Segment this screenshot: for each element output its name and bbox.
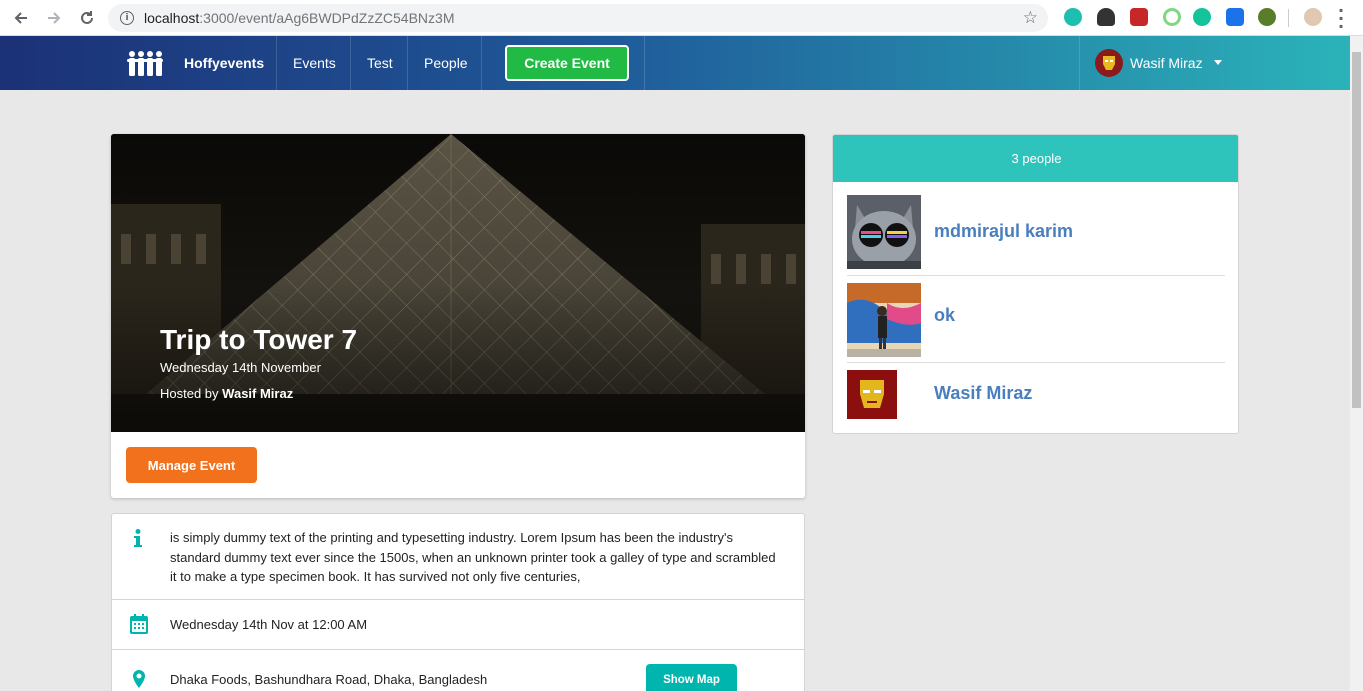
show-map-button[interactable]: Show Map (646, 664, 737, 691)
user-menu-name[interactable]: Wasif Miraz (1130, 36, 1203, 90)
event-details-card: is simply dummy text of the printing and… (111, 513, 805, 691)
event-datetime: Wednesday 14th Nov at 12:00 AM (170, 617, 368, 632)
description-row: is simply dummy text of the printing and… (112, 514, 804, 600)
grammarly-icon[interactable] (1193, 8, 1211, 26)
extension-circle-icon[interactable] (1163, 8, 1181, 26)
nav-divider (481, 36, 482, 90)
address-bar[interactable]: i localhost:3000/event/aAg6BWDPdZzZC54BN… (108, 4, 1048, 32)
attendee-avatar[interactable] (847, 283, 921, 357)
brand-link[interactable]: Hoffyevents (184, 36, 264, 90)
attendees-card: 3 people mdmirajul karim ok Wasif Miraz (832, 134, 1239, 434)
forward-icon[interactable] (42, 6, 66, 30)
map-marker-icon (133, 670, 145, 691)
extension-screen-icon[interactable] (1226, 8, 1244, 26)
host-name[interactable]: Wasif Miraz (222, 386, 293, 401)
attendee-name[interactable]: ok (934, 305, 955, 326)
nav-divider (644, 36, 645, 90)
chevron-down-icon[interactable] (1214, 60, 1222, 65)
event-venue: Dhaka Foods, Bashundhara Road, Dhaka, Ba… (170, 672, 488, 687)
manage-event-button[interactable]: Manage Event (126, 447, 257, 483)
toolbar-divider (1288, 9, 1289, 27)
attendee-name[interactable]: Wasif Miraz (934, 383, 1032, 404)
attendees-count-header: 3 people (833, 135, 1238, 182)
nav-divider (1079, 36, 1080, 90)
back-icon[interactable] (9, 6, 33, 30)
nav-divider (350, 36, 351, 90)
browser-toolbar: i localhost:3000/event/aAg6BWDPdZzZC54BN… (0, 0, 1363, 36)
attendee-avatar[interactable] (847, 195, 921, 269)
event-date: Wednesday 14th November (160, 360, 321, 375)
calendar-icon (130, 614, 148, 638)
nav-divider (407, 36, 408, 90)
url-text: localhost:3000/event/aAg6BWDPdZzZC54BNz3… (144, 10, 455, 26)
extension-red-icon[interactable] (1130, 8, 1148, 26)
user-avatar[interactable] (1095, 49, 1123, 77)
scrollbar-thumb[interactable] (1352, 52, 1361, 408)
reload-icon[interactable] (75, 6, 99, 30)
info-icon (134, 529, 142, 551)
bookmark-star-icon[interactable]: ☆ (1023, 8, 1038, 28)
extension-m-icon[interactable] (1064, 8, 1082, 26)
attendee-item[interactable]: Wasif Miraz (847, 363, 1225, 433)
event-host-line: Hosted by Wasif Miraz (160, 386, 293, 401)
nav-events[interactable]: Events (293, 36, 336, 90)
site-info-icon[interactable]: i (120, 11, 134, 25)
attendee-item[interactable]: mdmirajul karim (847, 182, 1225, 276)
datetime-row: Wednesday 14th Nov at 12:00 AM (112, 600, 804, 650)
event-description: is simply dummy text of the printing and… (170, 530, 776, 584)
hosted-by-label: Hosted by (160, 386, 219, 401)
nav-test[interactable]: Test (367, 36, 393, 90)
app-navbar: Hoffyevents Events Test People Create Ev… (0, 36, 1350, 90)
event-hero-image: Trip to Tower 7 Wednesday 14th November … (111, 134, 805, 432)
extension-globe-icon[interactable] (1258, 8, 1276, 26)
extension-hat-icon[interactable] (1097, 8, 1115, 26)
attendee-avatar[interactable] (847, 370, 897, 419)
event-header-card: Trip to Tower 7 Wednesday 14th November … (111, 134, 805, 498)
attendee-item[interactable]: ok (847, 276, 1225, 363)
attendee-name[interactable]: mdmirajul karim (934, 221, 1073, 242)
profile-avatar-icon[interactable] (1304, 8, 1322, 26)
people-logo-icon[interactable] (127, 50, 163, 78)
nav-people[interactable]: People (424, 36, 468, 90)
create-event-button[interactable]: Create Event (505, 45, 629, 81)
event-title: Trip to Tower 7 (160, 324, 358, 355)
nav-divider (276, 36, 277, 90)
browser-menu-icon[interactable]: · · · (1338, 3, 1344, 35)
